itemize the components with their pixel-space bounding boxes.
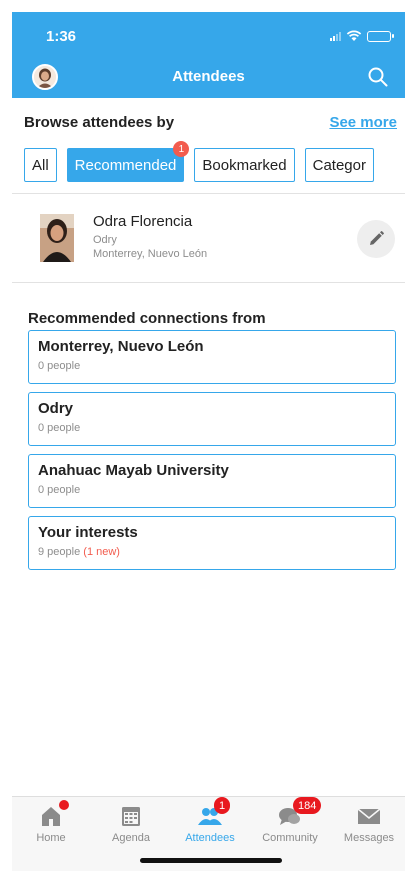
connection-title: Monterrey, Nuevo León [38, 338, 204, 355]
pencil-icon [370, 231, 384, 245]
filter-tabs: All Recommended 1 Bookmarked Categor [24, 141, 374, 182]
connection-title: Your interests [38, 524, 138, 541]
connection-count: 0 people [38, 422, 81, 434]
filter-label: All [32, 156, 49, 174]
profile-subtitle: Odry [93, 234, 117, 246]
connection-card-nickname[interactable]: Odry 0 people [28, 392, 396, 446]
connection-count: 0 people [38, 360, 81, 372]
new-count: (1 new) [83, 546, 120, 558]
home-indicator[interactable] [140, 858, 282, 863]
recommended-title: Recommended connections from [28, 310, 266, 327]
filter-label: Bookmarked [202, 156, 287, 174]
filter-categories[interactable]: Categor [304, 148, 374, 182]
connection-card-location[interactable]: Monterrey, Nuevo León 0 people [28, 330, 396, 384]
tab-messages[interactable]: Messages [333, 803, 405, 844]
divider [12, 193, 405, 194]
app-header: 1:36 Attendees [12, 12, 405, 98]
browse-header: Browse attendees by See more [24, 114, 397, 131]
wifi-icon [346, 30, 362, 41]
tab-home[interactable]: Home [15, 800, 87, 844]
filter-label: Categor [312, 156, 366, 174]
tab-label: Community [262, 832, 318, 844]
notification-dot [59, 800, 69, 810]
filter-bookmarked[interactable]: Bookmarked [194, 148, 295, 182]
status-icons [330, 30, 394, 42]
tab-attendees[interactable]: 1 Attendees [174, 797, 246, 844]
status-time: 1:36 [46, 28, 77, 45]
connection-title: Anahuac Mayab University [38, 462, 229, 479]
connection-card-interests[interactable]: Your interests 9 people (1 new) [28, 516, 396, 570]
edit-profile-button[interactable] [357, 220, 395, 258]
tab-label: Home [36, 832, 66, 844]
filter-label: Recommended [74, 156, 177, 174]
envelope-icon [357, 808, 381, 824]
profile-location: Monterrey, Nuevo León [93, 248, 208, 260]
connection-title: Odry [38, 400, 74, 417]
profile-photo-image [40, 214, 74, 262]
calendar-icon [122, 807, 140, 826]
filter-all[interactable]: All [24, 148, 57, 182]
tab-label: Agenda [112, 832, 150, 844]
page-title: Attendees [172, 68, 245, 85]
tab-community[interactable]: 184 Community [254, 797, 326, 844]
notification-badge: 1 [214, 797, 231, 814]
browse-label: Browse attendees by [24, 114, 175, 131]
tab-label: Attendees [185, 832, 235, 844]
search-icon[interactable] [367, 66, 389, 88]
see-more-link[interactable]: See more [329, 114, 397, 131]
connection-card-university[interactable]: Anahuac Mayab University 0 people [28, 454, 396, 508]
battery-icon [367, 30, 394, 42]
divider [12, 282, 405, 283]
filter-recommended[interactable]: Recommended 1 [66, 141, 190, 182]
notification-badge: 1 [173, 141, 190, 157]
connection-count: 0 people [38, 484, 81, 496]
tab-agenda[interactable]: Agenda [95, 803, 167, 844]
notification-badge: 184 [293, 797, 322, 814]
connection-count: 9 people (1 new) [38, 546, 120, 558]
phone-screen: 1:36 Attendees Browse attendees by See m… [12, 12, 405, 871]
profile-photo[interactable] [40, 214, 74, 262]
profile-name[interactable]: Odra Florencia [93, 213, 192, 230]
signal-icon [330, 31, 341, 41]
tab-label: Messages [343, 832, 395, 844]
